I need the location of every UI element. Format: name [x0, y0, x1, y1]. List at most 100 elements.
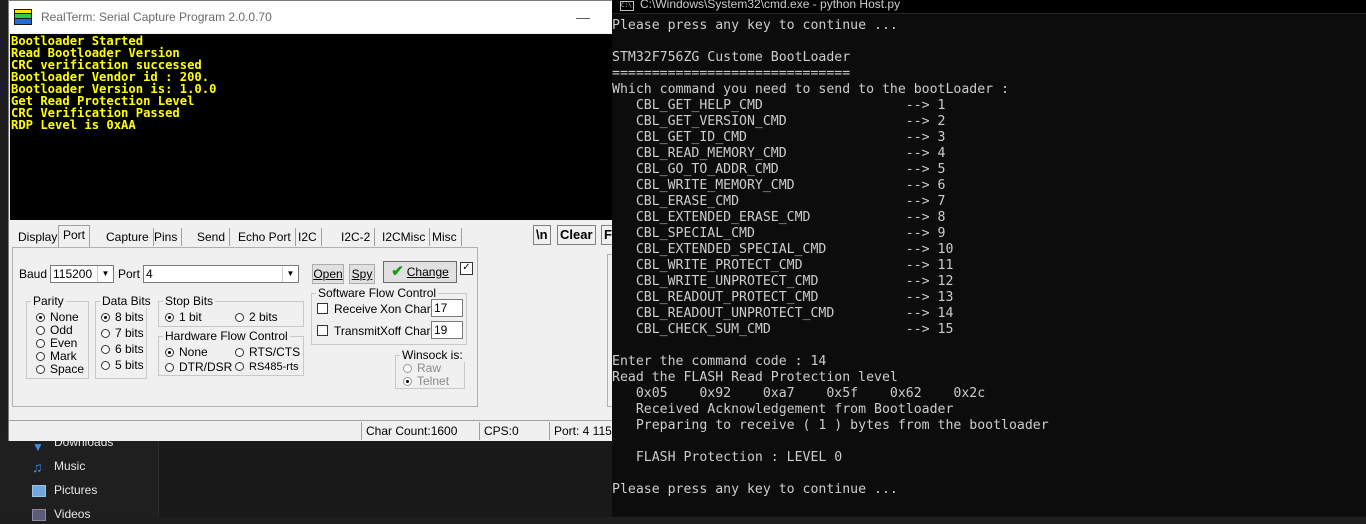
clear-button[interactable]: Clear [557, 225, 596, 245]
console-line: Which command you need to send to the bo… [612, 82, 1009, 97]
data-bits-6-radio[interactable]: 6 bits [101, 342, 144, 356]
chevron-down-icon: ▼ [97, 266, 113, 282]
console-line: CBL_EXTENDED_SPECIAL_CMD --> 10 [612, 242, 954, 257]
cmd-app-icon: C:\ [620, 1, 634, 11]
console-line: CBL_EXTENDED_ERASE_CMD --> 8 [612, 210, 946, 225]
stop-bits-2-radio[interactable]: 2 bits [235, 310, 278, 324]
window-title: RealTerm: Serial Capture Program 2.0.0.7… [41, 10, 272, 24]
console-line: CBL_WRITE_MEMORY_CMD --> 6 [612, 178, 946, 193]
baud-select[interactable]: 115200 ▼ [50, 265, 114, 283]
console-line: Read the FLASH Read Protection level [612, 370, 898, 385]
terminal-output[interactable]: Bootloader Started Read Bootloader Versi… [10, 34, 613, 220]
console-line: Preparing to receive ( 1 ) bytes from th… [612, 418, 1049, 433]
port-status: Port: 4 1152 [549, 422, 619, 440]
console-line: Enter the command code : 14 [612, 354, 827, 369]
transmit-checkbox[interactable]: Transmit [317, 324, 380, 338]
parity-none-radio[interactable]: None [36, 310, 79, 324]
tab-display[interactable]: Display [14, 228, 63, 246]
data-bits-5-radio[interactable]: 5 bits [101, 358, 144, 372]
winsock-raw-radio[interactable]: Raw [403, 361, 441, 375]
hw-flow-rtscts-radio[interactable]: RTS/CTS [235, 345, 300, 359]
file-explorer-window: ▼ Downloads ♫ Music Pictures Videos [0, 430, 612, 521]
minimize-button[interactable]: — [573, 7, 593, 27]
console-line: 0x05 0x92 0xa7 0x5f 0x62 0x2c [612, 386, 986, 401]
music-icon: ♫ [32, 458, 43, 475]
stop-bits-group: Stop Bits 1 bit 2 bits [158, 294, 304, 327]
hw-flow-rs485-radio[interactable]: RS485-rts [235, 360, 299, 374]
terminal-line: RDP Level is 0xAA [11, 118, 136, 132]
winsock-group: Winsock is: Raw Telnet [395, 348, 465, 389]
cps-status: CPS:0 [479, 422, 549, 440]
tab-bar: Display Port Capture Pins Send Echo Port… [12, 225, 612, 247]
console-line: CBL_ERASE_CMD --> 7 [612, 194, 946, 209]
sidebar-item-pictures[interactable]: Pictures [32, 480, 97, 500]
console-line: Please press any key to continue ... [612, 18, 898, 33]
hw-flow-dtrdsr-radio[interactable]: DTR/DSR [165, 360, 232, 374]
hw-flow-none-radio[interactable]: None [165, 345, 208, 359]
tab-capture[interactable]: Capture [102, 228, 154, 246]
tab-misc[interactable]: Misc [428, 228, 462, 246]
console-line: CBL_GET_ID_CMD --> 3 [612, 130, 946, 145]
tab-port[interactable]: Port [58, 225, 91, 247]
console-line: FLASH Protection : LEVEL 0 [612, 450, 843, 465]
tab-i2c-2[interactable]: I2C-2 [337, 228, 376, 246]
chevron-down-icon: ▼ [282, 266, 298, 282]
change-button[interactable]: ✔ Change [383, 261, 457, 283]
data-bits-7-radio[interactable]: 7 bits [101, 326, 144, 340]
sidebar-item-videos[interactable]: Videos [32, 504, 90, 524]
realterm-titlebar[interactable]: RealTerm: Serial Capture Program 2.0.0.7… [9, 1, 619, 33]
console-line: CBL_CHECK_SUM_CMD --> 15 [612, 322, 954, 337]
winsock-telnet-radio[interactable]: Telnet [403, 374, 449, 388]
stop-bits-1-radio[interactable]: 1 bit [165, 310, 202, 324]
cmd-window-title: C:\Windows\System32\cmd.exe - python Hos… [640, 0, 901, 11]
open-button[interactable]: Open [312, 264, 344, 284]
port-panel: Baud 115200 ▼ Port 4 ▼ Open Spy ✔ Change … [12, 247, 478, 407]
parity-space-radio[interactable]: Space [36, 362, 84, 376]
tab-send[interactable]: Send [193, 228, 231, 246]
console-line: CBL_READOUT_PROTECT_CMD --> 13 [612, 290, 954, 305]
checkmark-icon: ✔ [391, 263, 404, 280]
char-count-status: Char Count:1600 [361, 422, 479, 440]
parity-even-radio[interactable]: Even [36, 336, 77, 350]
console-line: CBL_GO_TO_ADDR_CMD --> 5 [612, 162, 946, 177]
data-bits-8-radio[interactable]: 8 bits [101, 310, 144, 324]
explorer-sidebar: ▼ Downloads ♫ Music Pictures Videos [0, 430, 159, 521]
change-checkbox[interactable]: ✓ [460, 262, 473, 275]
console-output[interactable]: Please press any key to continue ... STM… [612, 18, 1366, 517]
xon-label: Xon Char: [380, 302, 435, 316]
xoff-char-input[interactable]: 19 [431, 321, 463, 339]
console-line: CBL_WRITE_PROTECT_CMD --> 11 [612, 258, 954, 273]
data-bits-group: Data Bits 8 bits 7 bits 6 bits 5 bits [95, 294, 153, 379]
parity-mark-radio[interactable]: Mark [36, 349, 77, 363]
port-label: Port [118, 267, 141, 281]
xon-char-input[interactable]: 17 [431, 299, 463, 317]
port-select[interactable]: 4 ▼ [143, 265, 299, 283]
sidebar-item-music[interactable]: ♫ Music [32, 456, 85, 476]
baud-label: Baud [19, 267, 48, 281]
console-line: CBL_GET_VERSION_CMD --> 2 [612, 114, 946, 129]
parity-odd-radio[interactable]: Odd [36, 323, 73, 337]
cmd-titlebar[interactable]: C:\ C:\Windows\System32\cmd.exe - python… [612, 0, 1366, 14]
videos-icon [32, 508, 46, 521]
tab-echo-port[interactable]: Echo Port [234, 228, 296, 246]
console-line: CBL_WRITE_UNPROTECT_CMD --> 12 [612, 274, 954, 289]
console-line: Received Acknowledgement from Bootloader [612, 402, 954, 417]
tab-i2cmisc[interactable]: I2CMisc [378, 228, 431, 246]
tab-i2c[interactable]: I2C [294, 228, 322, 246]
spy-button[interactable]: Spy [349, 264, 375, 284]
realterm-app-icon [14, 9, 32, 25]
console-line: CBL_GET_HELP_CMD --> 1 [612, 98, 946, 113]
cmd-window: C:\ C:\Windows\System32\cmd.exe - python… [612, 0, 1366, 517]
newline-button[interactable]: \n [533, 225, 551, 245]
console-line: Please press any key to continue ... [612, 482, 898, 497]
tab-pins[interactable]: Pins [150, 228, 183, 246]
console-line: STM32F756ZG Custome BootLoader [612, 50, 851, 65]
parity-group: Parity None Odd Even Mark Space [26, 294, 89, 379]
console-line: CBL_READOUT_UNPROTECT_CMD --> 14 [612, 306, 954, 321]
receive-checkbox[interactable]: Receive [317, 302, 377, 316]
pictures-icon [32, 484, 46, 497]
